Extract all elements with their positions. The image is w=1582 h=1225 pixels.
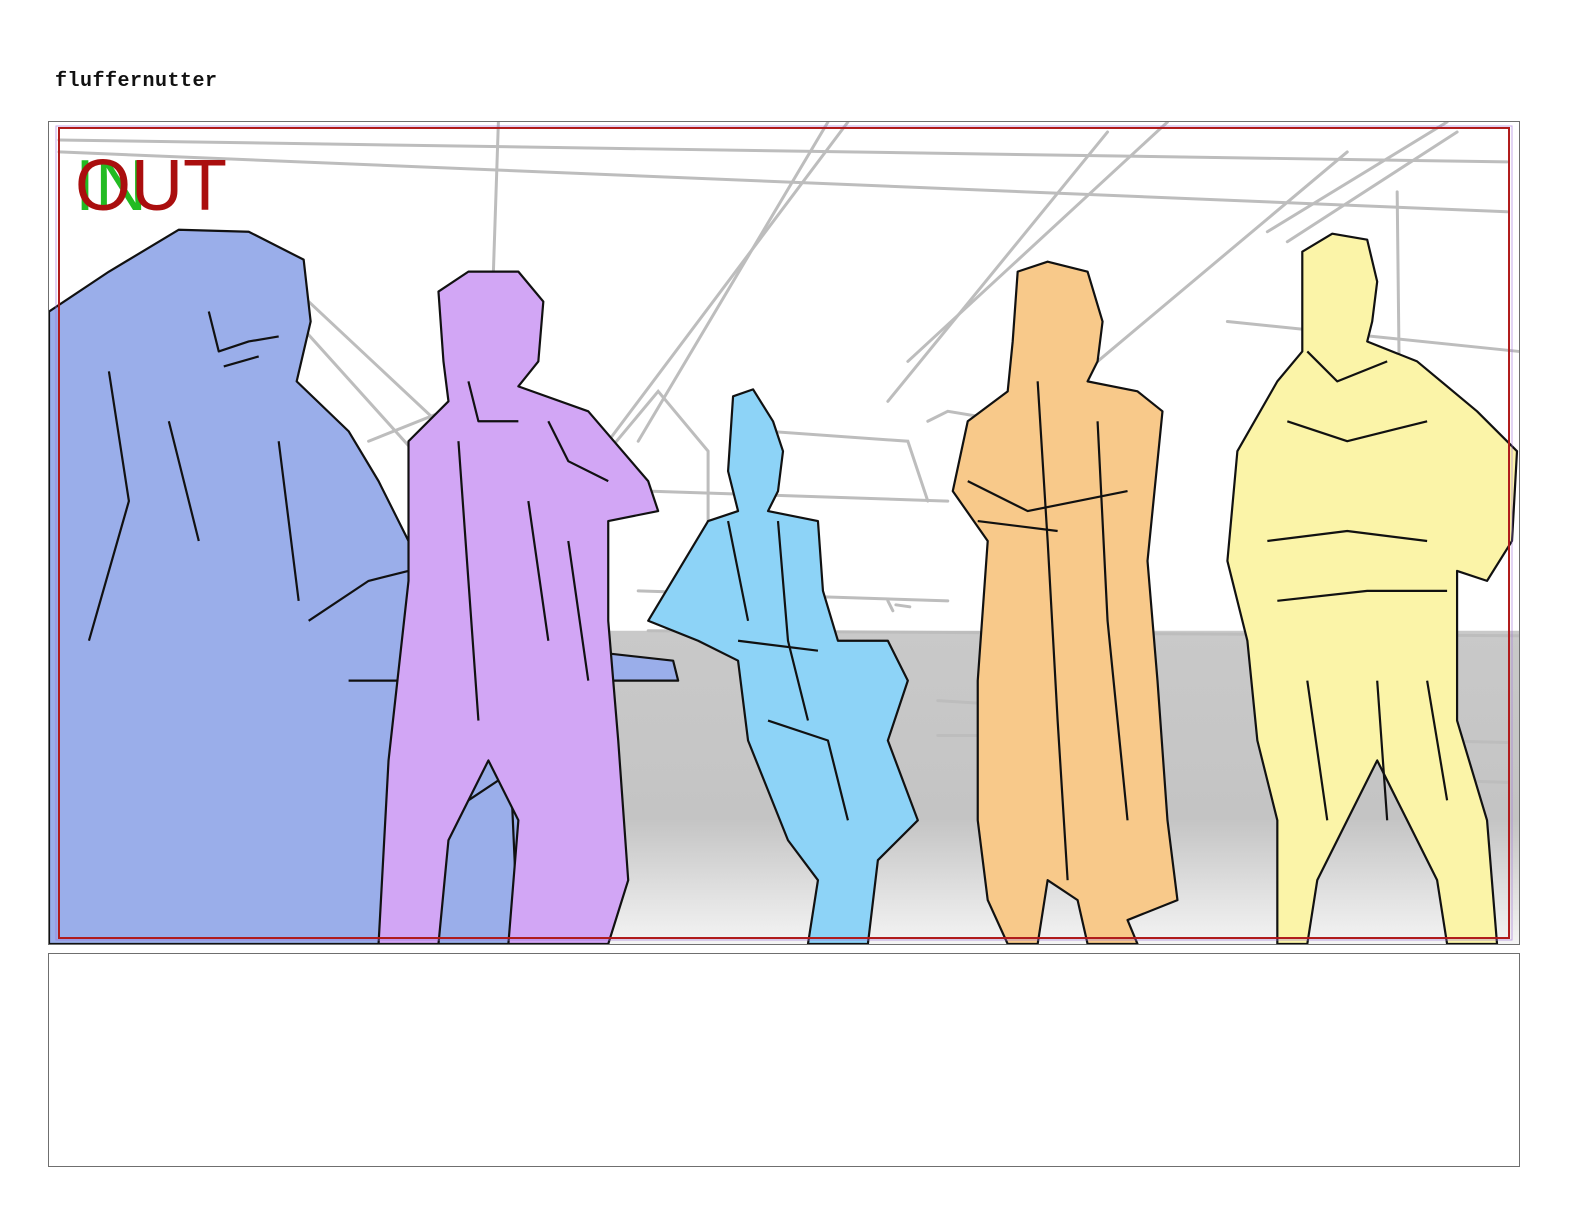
storyboard-panel[interactable]: IN OUT	[48, 121, 1520, 945]
character-horned-figure	[377, 270, 660, 944]
in-out-marker: IN OUT	[75, 150, 255, 230]
character-coat-figure	[951, 260, 1179, 944]
panel-illustration	[49, 122, 1519, 944]
project-title: fluffernutter	[55, 70, 218, 93]
out-label: OUT	[75, 146, 227, 226]
panel-notes-box[interactable]	[48, 953, 1520, 1167]
